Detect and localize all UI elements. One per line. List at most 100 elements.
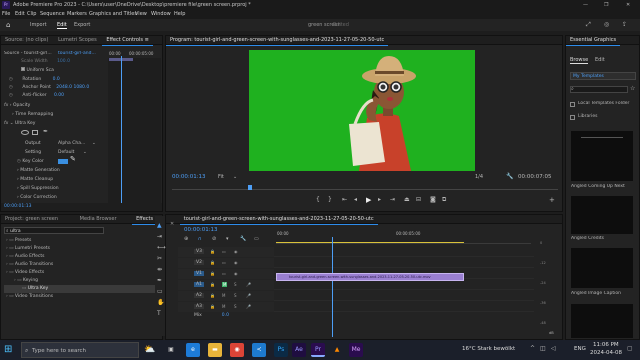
stopwatch-icon[interactable]: ◷ (9, 77, 13, 82)
sync-icon[interactable]: ▭ (222, 260, 226, 265)
eyedropper-icon[interactable]: ✎ (70, 155, 76, 163)
program-title[interactable]: Program: tourist-girl-and-green-screen-w… (166, 36, 389, 46)
menu-edit[interactable]: Edit (15, 11, 25, 17)
weather-text[interactable]: 16°C Stark bewölkt (462, 346, 515, 352)
clock-date[interactable]: 2024-04-08 (590, 350, 622, 356)
step-forward-icon[interactable]: ▸ (378, 196, 381, 203)
camera-icon[interactable]: ◙ (430, 196, 436, 203)
checkbox-local-templates[interactable] (570, 102, 575, 107)
home-icon[interactable]: ⌂ (6, 21, 10, 29)
track-label[interactable]: A3 (194, 304, 204, 309)
minimize-button[interactable]: — (583, 1, 588, 9)
mark-in-icon[interactable]: { (316, 196, 320, 203)
menu-window[interactable]: Window (151, 11, 171, 17)
close-icon[interactable]: ✕ (166, 220, 178, 229)
template-thumbnail[interactable] (571, 248, 633, 288)
stopwatch-icon[interactable]: ◷ (17, 159, 21, 164)
notification-icon[interactable]: ▢ (627, 345, 633, 352)
clip-name[interactable]: tourist-girl-and... (58, 51, 103, 56)
pen-tool-icon[interactable]: ✒ (157, 277, 162, 284)
section-opacity[interactable]: fx › Opacity (4, 102, 30, 109)
section-matte-cleanup[interactable]: › Matte Cleanup (17, 176, 53, 183)
effects-tree-item[interactable]: › ▭ Keying (4, 277, 160, 285)
mic-icon[interactable]: 🎤 (246, 282, 251, 287)
sync-icon[interactable]: ▭ (222, 271, 226, 276)
linked-icon[interactable]: ⊘ (212, 236, 216, 242)
keyframe-area[interactable] (108, 58, 161, 208)
slip-tool-icon[interactable]: ⇹ (157, 266, 162, 273)
mix-value[interactable]: 0.0 (222, 313, 229, 318)
video-track[interactable]: V2 🔒 ▭ ◉ (178, 258, 534, 268)
menu-sequence[interactable]: Sequence (40, 11, 65, 17)
param-value[interactable]: 0.0 (53, 77, 60, 82)
stopwatch-icon[interactable]: ◷ (9, 85, 13, 90)
param-value[interactable]: 100.0 (57, 59, 70, 64)
template-thumbnail[interactable] (571, 131, 633, 181)
chrome-icon[interactable]: ◉ (230, 343, 244, 357)
windows-start-icon[interactable]: ⊞ (4, 344, 15, 355)
after-effects-icon[interactable]: Ae (292, 343, 306, 357)
mic-icon[interactable]: 🎤 (246, 293, 251, 298)
play-icon[interactable]: ▶ (366, 196, 371, 204)
tab-export[interactable]: Export (74, 22, 90, 28)
effects-search-input[interactable]: ⌕ ultra (4, 227, 104, 234)
go-to-out-icon[interactable]: ⇥ (390, 196, 395, 203)
photoshop-icon[interactable]: Ps (274, 343, 288, 357)
track-label[interactable]: A2 (194, 293, 204, 298)
solo-icon[interactable]: S (234, 282, 237, 287)
template-thumbnail[interactable] (571, 196, 633, 234)
track-label[interactable]: V3 (194, 249, 204, 254)
lock-icon[interactable]: 🔒 (210, 282, 215, 287)
tab-lumetri-scopes[interactable]: Lumetri Scopes (54, 36, 101, 45)
hand-tool-icon[interactable]: ✋ (157, 299, 164, 306)
lock-icon[interactable]: 🔒 (210, 271, 215, 276)
snap-icon[interactable]: ∩ (198, 236, 202, 242)
effects-tree-item[interactable]: › ▭ Lumetri Presets (4, 245, 160, 253)
checkbox-libraries[interactable] (570, 115, 575, 120)
language-indicator[interactable]: ENG (574, 346, 586, 352)
lift-icon[interactable]: ⏏ (404, 196, 410, 203)
section-time-remapping[interactable]: › Time Remapping (12, 111, 53, 118)
weather-widget-icon[interactable]: ⛅ (144, 343, 158, 357)
tab-browse[interactable]: Browse (570, 57, 589, 64)
menu-file[interactable]: File (2, 11, 10, 17)
tab-import[interactable]: Import (30, 22, 47, 28)
track-label[interactable]: A1 (194, 282, 204, 287)
video-clip[interactable]: tourist-girl-and-green-screen-with-sungl… (276, 273, 464, 281)
tray-chevron-icon[interactable]: ^ (530, 345, 535, 352)
lock-icon[interactable]: 🔒 (210, 249, 215, 254)
menu-help[interactable]: Help (174, 11, 185, 17)
star-icon[interactable]: ☆ (630, 85, 635, 92)
ec-playhead[interactable] (121, 56, 122, 208)
menu-view[interactable]: View (135, 11, 147, 17)
eye-icon[interactable]: ◉ (234, 271, 238, 276)
tab-effect-controls[interactable]: Effect Controls ≡ (102, 36, 153, 46)
track-select-icon[interactable]: ⇥ (157, 233, 162, 240)
stopwatch-icon[interactable]: ◷ (9, 93, 13, 98)
effects-tree-item[interactable]: › ▭ Video Transitions (4, 293, 160, 301)
tab-edit[interactable]: Edit (57, 22, 67, 29)
effects-tree-item[interactable]: › ▭ Presets (4, 237, 160, 245)
share-icon[interactable]: ⇪ (622, 21, 627, 28)
taskbar-search-input[interactable]: ⌕ Type here to search (21, 342, 139, 358)
notifications-icon[interactable]: ◎ (604, 21, 609, 28)
menu-markers[interactable]: Markers (67, 11, 87, 17)
add-button-icon[interactable]: + (549, 196, 555, 204)
section-spill-suppression[interactable]: › Spill Suppression (17, 185, 59, 192)
selection-tool-icon[interactable]: ▲ (157, 222, 162, 229)
marker-icon[interactable]: ▾ (226, 236, 229, 242)
mic-icon[interactable]: 🎤 (246, 304, 251, 309)
scrubber-head[interactable] (248, 185, 252, 190)
close-button[interactable]: ✕ (626, 1, 630, 9)
vscode-icon[interactable]: ≺ (252, 343, 266, 357)
work-area-bar[interactable] (276, 242, 464, 243)
edge-icon[interactable]: e (186, 343, 200, 357)
lock-icon[interactable]: 🔒 (210, 304, 215, 309)
eye-icon[interactable]: ◉ (234, 249, 238, 254)
sequence-tab[interactable]: tourist-girl-and-green-screen-with-sungl… (179, 215, 378, 225)
type-tool-icon[interactable]: T (157, 310, 161, 317)
rectangle-tool-icon[interactable]: ▭ (157, 288, 163, 295)
effects-tree-item[interactable]: › ▭ Audio Transitions (4, 261, 160, 269)
razor-tool-icon[interactable]: ✂ (157, 255, 162, 262)
section-color-correction[interactable]: › Color Correction (17, 194, 57, 201)
